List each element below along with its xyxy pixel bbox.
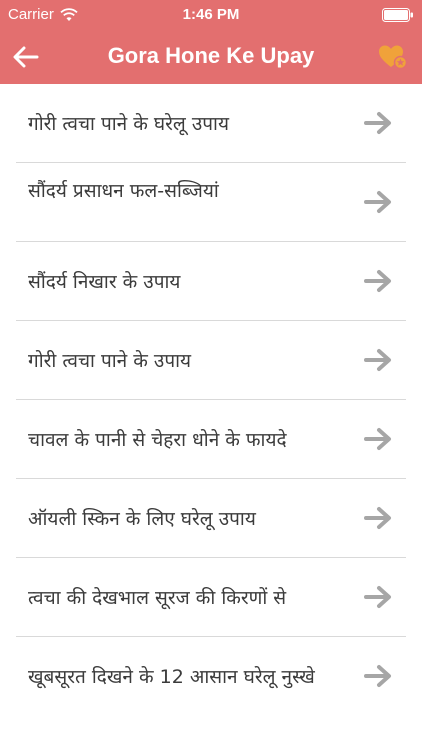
list-item[interactable]: गोरी त्वचा पाने के उपाय bbox=[0, 321, 422, 400]
back-button[interactable] bbox=[10, 42, 42, 72]
arrow-right-icon bbox=[364, 112, 391, 134]
page-title: Gora Hone Ke Upay bbox=[107, 43, 315, 68]
heart-star-icon bbox=[379, 45, 408, 70]
back-arrow-icon bbox=[13, 46, 39, 68]
list-item[interactable]: त्वचा की देखभाल सूरज की किरणों से bbox=[0, 558, 422, 637]
arrow-right-icon bbox=[364, 349, 391, 371]
status-time: 1:46 PM bbox=[182, 6, 240, 23]
arrow-right-icon bbox=[364, 665, 391, 687]
list-item-label: सौंदर्य प्रसाधन फल-सब्जियां bbox=[28, 180, 219, 202]
favorites-button[interactable] bbox=[376, 42, 410, 72]
arrow-right-icon bbox=[364, 270, 391, 292]
arrow-right-icon bbox=[364, 428, 391, 450]
status-bar: Carrier 1:46 PM bbox=[0, 0, 422, 30]
list-item-label: ऑयली स्किन के लिए घरेलू उपाय bbox=[28, 508, 256, 530]
navigation-bar: Gora Hone Ke Upay bbox=[0, 30, 422, 84]
list-item[interactable]: ऑयली स्किन के लिए घरेलू उपाय bbox=[0, 479, 422, 558]
article-list: गोरी त्वचा पाने के घरेलू उपाय सौंदर्य प्… bbox=[0, 84, 422, 716]
list-item-label: गोरी त्वचा पाने के उपाय bbox=[28, 350, 192, 372]
list-item-label: गोरी त्वचा पाने के घरेलू उपाय bbox=[28, 113, 229, 135]
list-item[interactable]: चावल के पानी से चेहरा धोने के फायदे bbox=[0, 400, 422, 479]
list-item[interactable]: खूबसूरत दिखने के 12 आसान घरेलू नुस्खे bbox=[0, 637, 422, 716]
list-item-label: खूबसूरत दिखने के 12 आसान घरेलू नुस्खे bbox=[28, 666, 315, 688]
list-item[interactable]: गोरी त्वचा पाने के घरेलू उपाय bbox=[0, 84, 422, 163]
list-item-label: चावल के पानी से चेहरा धोने के फायदे bbox=[28, 429, 287, 451]
list-item-label: त्वचा की देखभाल सूरज की किरणों से bbox=[28, 587, 287, 609]
arrow-right-icon bbox=[364, 586, 391, 608]
list-item[interactable]: सौंदर्य प्रसाधन फल-सब्जियां bbox=[0, 163, 422, 242]
arrow-right-icon bbox=[364, 191, 391, 213]
battery-icon bbox=[382, 8, 413, 22]
arrow-right-icon bbox=[364, 507, 391, 529]
list-item[interactable]: सौंदर्य निखार के उपाय bbox=[0, 242, 422, 321]
list-item-label: सौंदर्य निखार के उपाय bbox=[28, 271, 181, 293]
